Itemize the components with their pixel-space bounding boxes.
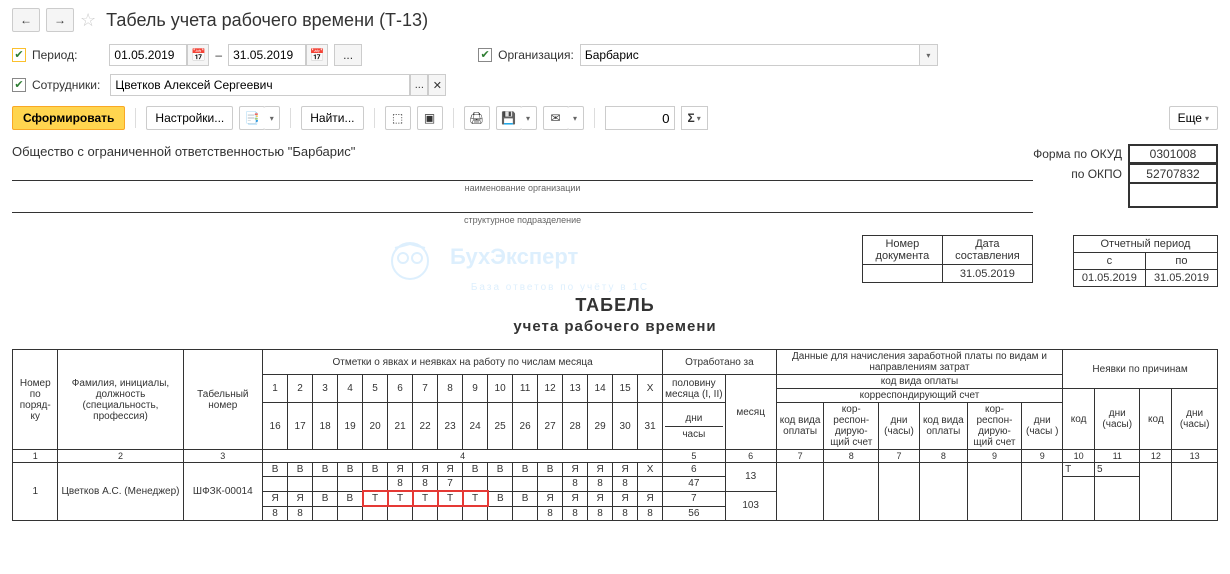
period-select-button[interactable]: ... — [334, 44, 362, 66]
email-icon[interactable]: ✉ — [543, 106, 569, 130]
org-dropdown-icon[interactable]: ▾ — [920, 44, 938, 66]
emp-checkbox[interactable]: ✔ — [12, 78, 26, 92]
emp-select-button[interactable]: ... — [410, 74, 428, 96]
separator — [453, 108, 454, 128]
sigma-button[interactable]: Σ ▾ — [681, 106, 708, 130]
emp-input[interactable] — [110, 74, 410, 96]
date-to-calendar-icon[interactable]: 📅 — [306, 44, 328, 66]
expand-icon[interactable]: ⬚ — [385, 106, 411, 130]
separator — [135, 108, 136, 128]
org-label: Организация: — [498, 48, 574, 62]
okud-value: 0301008 — [1128, 144, 1218, 164]
report-subtitle: учета рабочего времени — [12, 318, 1218, 335]
separator — [374, 108, 375, 128]
org-checkbox[interactable]: ✔ — [478, 48, 492, 62]
date-from-input[interactable] — [109, 44, 187, 66]
favorite-star-icon[interactable]: ☆ — [80, 10, 96, 31]
settings-button[interactable]: Настройки... — [146, 106, 233, 130]
timesheet-table: Номер по поряд-ку Фамилия, инициалы, дол… — [12, 349, 1218, 521]
date-separator: – — [215, 48, 222, 62]
period-checkbox[interactable]: ✔ — [12, 48, 26, 62]
okud-label: Форма по ОКУД — [1033, 147, 1128, 161]
okpo-value: 52707832 — [1128, 164, 1218, 184]
date-from-calendar-icon[interactable]: 📅 — [187, 44, 209, 66]
table-row: 1 Цветков А.С. (Менеджер) ШФЗК-00014 ВВВ… — [13, 463, 1218, 477]
org-input[interactable] — [580, 44, 920, 66]
find-button[interactable]: Найти... — [301, 106, 363, 130]
emp-label: Сотрудники: — [32, 78, 100, 92]
empty-code — [1128, 184, 1218, 208]
separator — [290, 108, 291, 128]
back-button[interactable]: ← — [12, 8, 40, 32]
variants-dropdown-icon[interactable]: ▾ — [264, 106, 280, 130]
doc-number-table: Номер документаДата составления 31.05.20… — [862, 235, 1033, 283]
period-table: Отчетный период спо 01.05.201931.05.2019 — [1073, 235, 1218, 287]
save-icon[interactable]: 💾 — [496, 106, 522, 130]
org-name-text: Общество с ограниченной ответственностью… — [12, 144, 1033, 161]
more-button[interactable]: Еще ▾ — [1169, 106, 1218, 130]
generate-button[interactable]: Сформировать — [12, 106, 125, 130]
save-dropdown-icon[interactable]: ▾ — [521, 106, 537, 130]
page-title: Табель учета рабочего времени (Т-13) — [106, 10, 428, 31]
separator — [594, 108, 595, 128]
okpo-label: по ОКПО — [1071, 167, 1128, 181]
period-label: Период: — [32, 48, 77, 62]
email-dropdown-icon[interactable]: ▾ — [568, 106, 584, 130]
emp-clear-button[interactable]: ✕ — [428, 74, 446, 96]
forward-button[interactable]: → — [46, 8, 74, 32]
variants-icon[interactable]: 📑 — [239, 106, 265, 130]
date-to-input[interactable] — [228, 44, 306, 66]
collapse-icon[interactable]: ▣ — [417, 106, 443, 130]
org-caption: наименование организации — [12, 183, 1033, 193]
print-icon[interactable]: 🖨 — [464, 106, 490, 130]
struct-caption: структурное подразделение — [12, 215, 1033, 225]
sum-input[interactable] — [605, 106, 675, 130]
report-title: ТАБЕЛЬ — [12, 295, 1218, 316]
